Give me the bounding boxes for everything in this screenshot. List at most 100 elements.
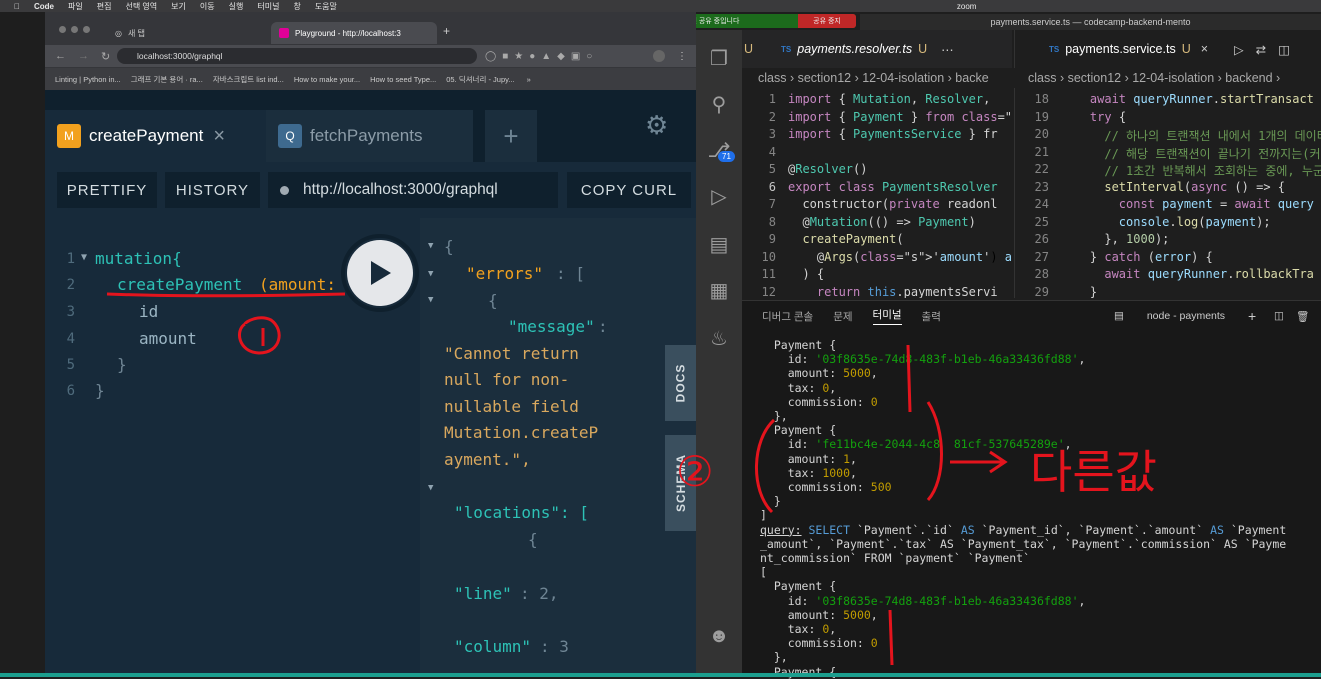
bookmark-item[interactable]: Linting | Python in... [55,75,121,84]
terminal-line: nt_commission` FROM `payment` `Payment` [760,551,1031,565]
terminal-line: id: '03f8635e-74d8-483f-b1eb-46a33436fd8… [760,593,1086,608]
playground-favicon-icon [279,28,289,38]
reload-icon[interactable]: ↻ [101,50,110,63]
address-bar[interactable]: localhost:3000/graphql [117,48,477,64]
terminal-line: ] [760,508,767,523]
menu-view[interactable]: 보기 [171,1,186,12]
browser-tab-new[interactable]: ◎ 새 탭 [107,22,267,44]
untracked-marker: U [918,42,928,56]
line-number: 10 [761,249,776,264]
line-number: 12 [761,284,776,299]
terminal-line: tax: 0, [760,622,837,636]
extensions-icon[interactable]: ▦ [705,276,733,304]
tab-output[interactable]: 출력 [922,309,941,324]
tab-debug-console[interactable]: 디버그 콘솔 [762,309,813,324]
remote-explorer-icon[interactable]: ▤ [705,230,733,258]
tab-title: Playground - http://localhost:3 [295,28,401,38]
line-number: 28 [1034,267,1049,281]
terminal-line: [ [760,565,767,580]
tab-payments-service[interactable]: payments.service.ts [1065,42,1175,56]
zoom-status[interactable]: zoom [957,2,977,11]
line-number: 19 [1034,109,1049,124]
compare-icon[interactable]: ⇄ [1256,42,1266,57]
new-terminal-icon[interactable]: + [1248,308,1256,324]
menu-file[interactable]: 파일 [68,1,83,12]
menu-edit[interactable]: 편집 [97,1,112,12]
left-breadcrumb[interactable]: class › section12 › 12-04-isolation › ba… [758,68,1012,88]
terminal-selector[interactable]: ▤ node - payments [1114,310,1225,322]
split-editor-icon[interactable]: ◫ [1278,42,1290,57]
menu-selection[interactable]: 선택 영역 [125,1,157,12]
bookmark-item[interactable]: 자바스크립트 list ind... [213,74,284,85]
more-actions-icon[interactable]: ⋯ [941,42,954,57]
forward-icon[interactable]: → [78,50,89,62]
close-window-icon[interactable] [59,26,66,33]
split-terminal-icon[interactable]: ◫ [1274,310,1284,322]
mac-menu-bar:  Code 파일 편집 선택 영역 보기 이동 실행 터미널 창 도움말 zo… [0,0,1321,12]
run-debug-icon[interactable]: ▷ [705,182,733,210]
line-number: 22 [1034,162,1049,176]
window-title: payments.service.ts — codecamp-backend-m… [860,14,1321,30]
hand-drawn-annotation [106,292,346,355]
maximize-window-icon[interactable] [83,26,90,33]
menu-go[interactable]: 이동 [200,1,215,12]
tab-payments-resolver[interactable]: payments.resolver.ts [797,42,912,56]
explorer-icon[interactable]: ❐ [705,44,733,72]
terminal-line: amount: 1, [760,451,857,466]
service-editor[interactable]: 18 await queryRunner.startTransact 19 try… [1014,88,1321,298]
menu-window[interactable]: 창 [293,1,300,12]
profile-avatar[interactable] [653,50,665,62]
code-line: const payment = await query [1118,197,1314,211]
browser-window: ◎ 새 탭 Playground - http://localhost:3 + … [45,12,696,90]
stop-share-button[interactable]: 공유 중지 [798,14,856,28]
bookmark-item[interactable]: 05. 딕셔너리 - Jupy... [446,74,514,85]
code-line: import { Payment } from class="s">'./en [788,109,1012,124]
new-tab-icon[interactable]: + [443,24,450,38]
account-icon[interactable]: ☻ [705,622,733,650]
minimize-window-icon[interactable] [71,26,78,33]
terminal-name: node - payments [1146,310,1226,322]
resolver-editor[interactable]: 1 import { Mutation, Resolver, 2 import { … [742,88,1012,298]
terminal-line: Payment { [760,579,837,594]
tab-problems[interactable]: 문제 [833,309,852,324]
code-line: createPayment( [802,232,904,246]
close-tab-icon[interactable]: × [1201,42,1208,56]
code-line: // 1초간 반복해서 조회하는 중에, 누군 [1061,164,1321,178]
bookmark-item[interactable]: How to make your... [294,75,360,84]
terminal-line: amount: 5000, [760,607,878,622]
run-icon[interactable]: ▷ [1234,42,1244,57]
code-line: console.log(payment); [1118,214,1271,229]
line-number: 29 [1034,284,1049,299]
bookmark-item[interactable]: How to seed Type... [370,75,436,84]
tab-terminal[interactable]: 터미널 [872,307,902,325]
code-line: try { [1089,109,1127,124]
more-bookmarks-icon[interactable]: » [527,75,531,84]
right-breadcrumb[interactable]: class › section12 › 12-04-isolation › ba… [1028,68,1321,88]
terminal-line: commission: 500 [760,480,892,494]
menu-help[interactable]: 도움말 [315,1,337,12]
bookmark-item[interactable]: 그래프 기본 용어 · ra... [131,74,203,85]
browser-tab-playground[interactable]: Playground - http://localhost:3 [271,22,437,44]
line-number: 21 [1034,144,1049,159]
menu-terminal[interactable]: 터미널 [257,1,279,12]
search-icon[interactable]: ⚲ [705,90,733,118]
more-menu-icon[interactable]: ⋮ [677,51,687,62]
apple-icon[interactable]:  [14,2,20,11]
code-line: return this.paymentsServi [816,284,998,299]
code-line: constructor(private readonl [788,197,998,211]
code-line: @Mutation(() => Payment) [788,214,976,229]
docker-icon[interactable]: ♨ [705,324,733,352]
code-line: } [1061,284,1098,299]
code-line: ) { [788,267,825,281]
menu-app[interactable]: Code [34,2,54,11]
line-number: 18 [1034,92,1049,106]
back-icon[interactable]: ← [55,50,66,62]
trash-icon[interactable]: 🗑 [1296,310,1309,323]
extension-icons[interactable]: ◯■★●▲◆▣○ [485,51,598,62]
line-number: 20 [1034,127,1049,141]
menu-run[interactable]: 실행 [229,1,244,12]
globe-icon: ◎ [115,28,122,38]
terminal-line: commission: 0 [760,394,878,409]
code-line: await queryRunner.startTransact [1089,92,1314,106]
line-number: 23 [1034,179,1049,194]
